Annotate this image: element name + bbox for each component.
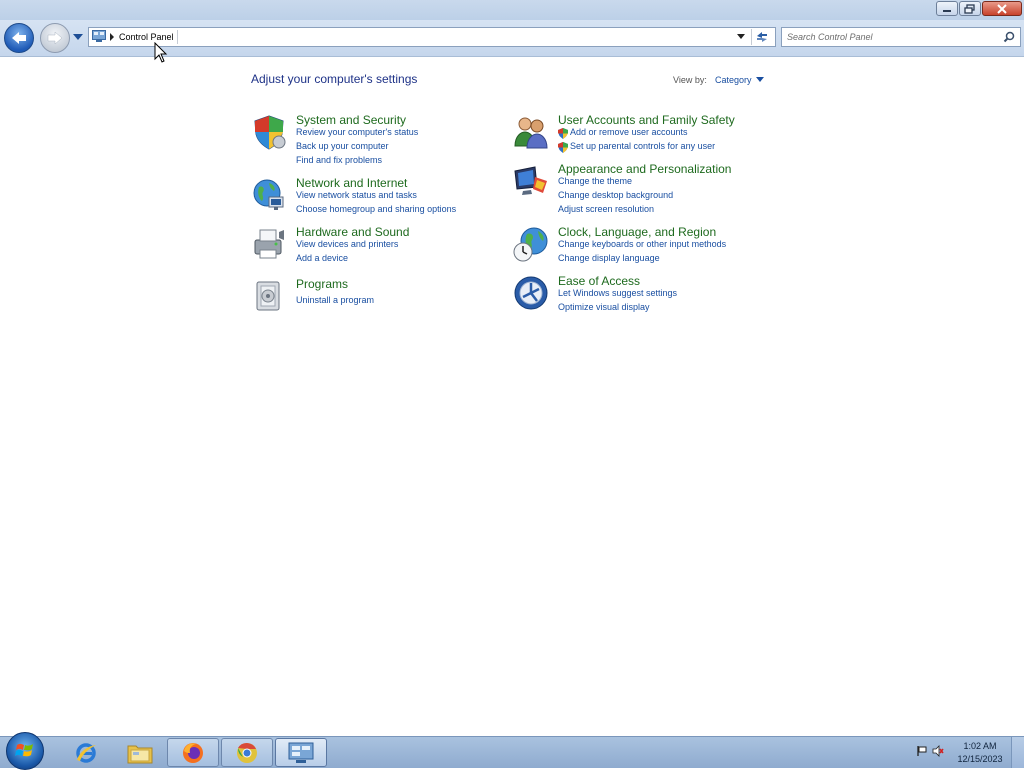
link-change-theme[interactable]: Change the theme (558, 176, 632, 186)
internet-explorer-icon (76, 742, 96, 763)
uac-shield-icon (558, 142, 568, 153)
forward-arrow-icon (47, 31, 63, 45)
link-find-fix-problems[interactable]: Find and fix problems (296, 155, 382, 165)
address-dropdown-icon[interactable] (737, 34, 745, 39)
category-title-programs[interactable]: Programs (296, 277, 348, 291)
printer-icon[interactable] (251, 226, 287, 262)
category-title-appearance[interactable]: Appearance and Personalization (558, 162, 731, 176)
volume-muted-icon[interactable] (932, 745, 944, 757)
clock-time: 1:02 AM (963, 741, 997, 751)
close-icon (997, 3, 1007, 14)
link-desktop-background[interactable]: Change desktop background (558, 190, 673, 200)
ease-of-access-icon[interactable] (513, 275, 549, 311)
search-icon[interactable] (1003, 31, 1015, 43)
uac-shield-icon (558, 128, 568, 139)
minimize-button[interactable] (936, 1, 958, 16)
refresh-icon (757, 32, 767, 42)
action-center-flag-icon[interactable] (916, 745, 928, 757)
page-title: Adjust your computer's settings (251, 72, 418, 86)
category-title-system-security[interactable]: System and Security (296, 113, 406, 127)
link-uninstall-program[interactable]: Uninstall a program (296, 295, 374, 305)
globe-clock-icon[interactable] (513, 226, 549, 262)
taskbar-internet-explorer[interactable] (60, 738, 112, 767)
windows-logo-icon (15, 743, 33, 757)
forward-button[interactable] (40, 23, 70, 53)
minimize-icon (943, 9, 951, 12)
link-screen-resolution[interactable]: Adjust screen resolution (558, 204, 654, 214)
breadcrumb-separator-icon[interactable] (110, 33, 114, 41)
maximize-button[interactable] (959, 1, 981, 16)
caption-buttons (935, 1, 1022, 16)
view-by-dropdown[interactable]: Category (715, 75, 752, 85)
link-suggest-settings[interactable]: Let Windows suggest settings (558, 288, 677, 298)
view-by-label: View by: (673, 75, 707, 85)
chrome-icon (237, 742, 257, 763)
folder-icon (127, 745, 153, 763)
control-panel-content: Adjust your computer's settings View by:… (0, 57, 1024, 735)
restore-icon (964, 3, 975, 14)
category-title-network-internet[interactable]: Network and Internet (296, 176, 407, 190)
address-bar[interactable]: Control Panel (88, 27, 776, 47)
firefox-icon (183, 742, 203, 763)
link-view-network-status[interactable]: View network status and tasks (296, 190, 417, 200)
link-keyboards-input[interactable]: Change keyboards or other input methods (558, 239, 726, 249)
link-parental-controls[interactable]: Set up parental controls for any user (570, 141, 715, 151)
view-by-dropdown-arrow-icon[interactable] (756, 77, 764, 82)
taskbar-windows-explorer[interactable] (114, 738, 166, 767)
users-icon[interactable] (513, 114, 549, 150)
back-button[interactable] (4, 23, 34, 53)
category-title-hardware-sound[interactable]: Hardware and Sound (296, 225, 409, 239)
programs-icon[interactable] (251, 278, 287, 314)
monitor-icon[interactable] (513, 163, 549, 199)
mouse-cursor-icon (154, 42, 168, 63)
search-box[interactable] (781, 27, 1021, 47)
title-bar (0, 0, 1024, 20)
taskbar-firefox[interactable] (167, 738, 219, 767)
breadcrumb-control-panel[interactable]: Control Panel (119, 30, 178, 44)
close-button[interactable] (982, 1, 1022, 16)
back-arrow-icon (12, 32, 26, 44)
link-optimize-display[interactable]: Optimize visual display (558, 302, 650, 312)
link-homegroup-sharing[interactable]: Choose homegroup and sharing options (296, 204, 456, 214)
taskbar-clock[interactable]: 1:02 AM 12/15/2023 (952, 740, 1008, 766)
shield-icon[interactable] (251, 114, 287, 150)
recent-pages-chevron-icon[interactable] (72, 33, 84, 41)
link-add-remove-users[interactable]: Add or remove user accounts (570, 127, 688, 137)
category-title-clock-language[interactable]: Clock, Language, and Region (558, 225, 716, 239)
control-panel-icon (92, 30, 106, 42)
link-devices-printers[interactable]: View devices and printers (296, 239, 398, 249)
category-title-user-accounts[interactable]: User Accounts and Family Safety (558, 113, 735, 127)
taskbar-chrome[interactable] (221, 738, 273, 767)
search-input[interactable] (787, 29, 997, 45)
taskbar-control-panel[interactable] (275, 738, 327, 767)
network-globe-icon[interactable] (251, 177, 287, 213)
link-add-device[interactable]: Add a device (296, 253, 348, 263)
start-button[interactable] (6, 732, 44, 770)
link-back-up[interactable]: Back up your computer (296, 141, 389, 151)
link-review-status[interactable]: Review your computer's status (296, 127, 418, 137)
link-display-language[interactable]: Change display language (558, 253, 660, 263)
control-panel-icon (288, 742, 314, 763)
clock-date: 12/15/2023 (957, 754, 1003, 764)
taskbar: 1:02 AM 12/15/2023 (0, 732, 1024, 770)
category-title-ease-of-access[interactable]: Ease of Access (558, 274, 640, 288)
show-desktop-button[interactable] (1011, 737, 1024, 768)
refresh-button[interactable] (751, 29, 772, 45)
